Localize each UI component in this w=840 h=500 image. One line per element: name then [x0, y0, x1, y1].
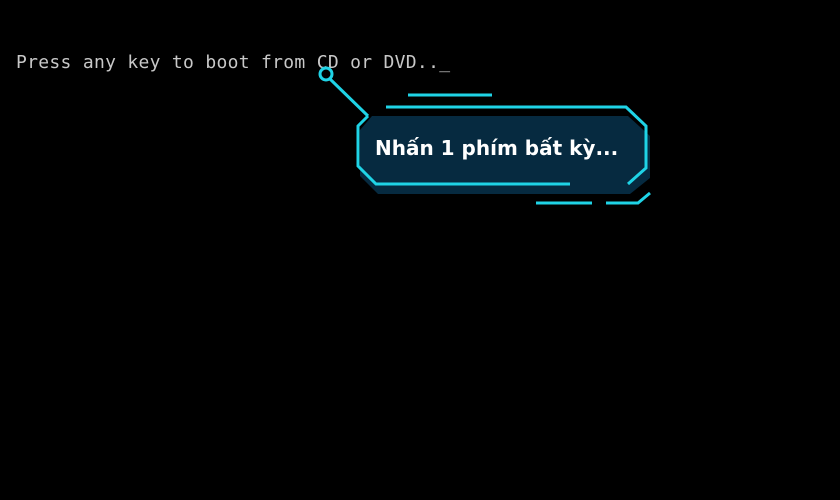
callout-leader-line — [328, 77, 370, 118]
decor-line-bottom-2 — [606, 191, 651, 205]
callout-label: Nhấn 1 phím bất kỳ... — [375, 136, 619, 160]
callout-pointer-dot — [318, 66, 334, 82]
callout-graphic — [318, 66, 651, 205]
